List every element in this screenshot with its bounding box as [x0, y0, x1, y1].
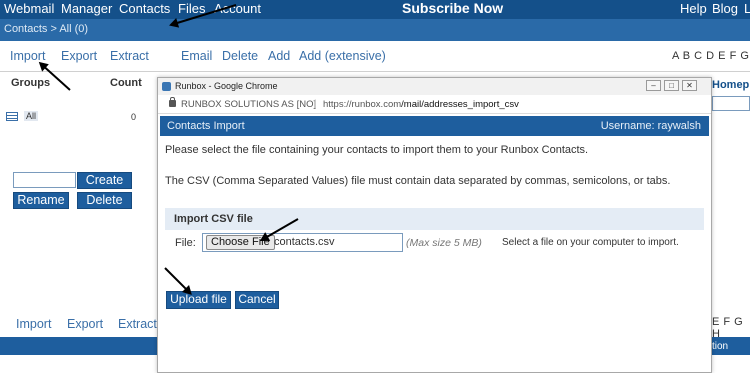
homepage-filter-input[interactable] [712, 96, 750, 111]
cancel-button[interactable]: Cancel [235, 291, 279, 309]
alphabet-filter[interactable]: A B C D E F G H [672, 50, 750, 62]
nav-contacts[interactable]: Contacts [119, 1, 170, 16]
nav-webmail[interactable]: Webmail [4, 1, 54, 16]
add-link[interactable]: Add [268, 49, 290, 63]
site-organization: RUNBOX SOLUTIONS AS [NO] [181, 99, 317, 110]
popup-header: Contacts Import Username: raywalsh [160, 116, 709, 136]
subscribe-now-link[interactable]: Subscribe Now [402, 0, 503, 16]
group-count: 0 [131, 112, 137, 122]
section-title: Import CSV file [174, 213, 253, 225]
nav-more[interactable]: L [744, 1, 750, 16]
address-url[interactable]: https://runbox.com/mail/addresses_import… [323, 99, 519, 110]
lock-icon [169, 97, 176, 107]
extract-link[interactable]: Extract [110, 49, 149, 63]
email-link[interactable]: Email [181, 49, 212, 63]
address-bar[interactable]: RUNBOX SOLUTIONS AS [NO] | https://runbo… [158, 95, 711, 114]
rename-group-button[interactable]: Rename [13, 192, 69, 209]
group-name[interactable]: All [24, 111, 39, 121]
file-input[interactable]: Choose File contacts.csv [202, 233, 403, 252]
file-hint: Select a file on your computer to import… [502, 237, 679, 248]
bottom-export-link[interactable]: Export [67, 317, 103, 331]
create-group-button[interactable]: Create [77, 172, 132, 189]
address-separator: | [314, 98, 317, 109]
export-link[interactable]: Export [61, 49, 97, 63]
count-header: Count [110, 77, 142, 89]
bottom-extract-link[interactable]: Extract [118, 317, 157, 331]
delete-group-button[interactable]: Delete [77, 192, 132, 209]
url-path: /mail/addresses_import_csv [401, 99, 519, 110]
import-popup-window: Runbox - Google Chrome – □ ✕ RUNBOX SOLU… [157, 77, 712, 373]
homepage-header: Homep [712, 79, 750, 91]
chrome-title-bar: Runbox - Google Chrome – □ ✕ [158, 78, 711, 95]
upload-file-button[interactable]: Upload file [166, 291, 231, 309]
breadcrumb[interactable]: Contacts > All (0) [4, 23, 88, 35]
nav-help[interactable]: Help [680, 1, 707, 16]
add-extensive-link[interactable]: Add (extensive) [299, 49, 386, 63]
list-icon [6, 112, 18, 121]
bottom-bar-text: tion [712, 341, 729, 352]
file-row: File: Choose File contacts.csv (Max size… [165, 232, 704, 254]
groups-header: Groups [11, 77, 51, 89]
popup-title: Contacts Import [167, 120, 245, 132]
csv-format-text: The CSV (Comma Separated Values) file mu… [165, 175, 671, 187]
bottom-import-link[interactable]: Import [16, 317, 51, 331]
max-size-note: (Max size 5 MB) [406, 237, 482, 249]
contacts-toolbar: Import Export Extract Email Delete Add A… [0, 41, 750, 72]
selected-file-name: contacts.csv [274, 236, 335, 248]
file-label: File: [175, 237, 196, 249]
close-icon[interactable]: ✕ [682, 80, 697, 91]
username-label: Username: raywalsh [600, 120, 701, 132]
group-name-input[interactable] [13, 172, 76, 188]
delete-link[interactable]: Delete [222, 49, 258, 63]
nav-blog[interactable]: Blog [712, 1, 738, 16]
breadcrumb-bar: Contacts > All (0) [0, 19, 750, 41]
minimize-icon[interactable]: – [646, 80, 661, 91]
top-navigation-bar: Webmail Manager Contacts Files Account S… [0, 0, 750, 19]
instructions-text: Please select the file containing your c… [165, 144, 589, 156]
nav-manager[interactable]: Manager [61, 1, 112, 16]
import-csv-section: Import CSV file [165, 208, 704, 230]
maximize-icon[interactable]: □ [664, 80, 679, 91]
url-host: https://runbox.com [323, 99, 402, 110]
window-title: Runbox - Google Chrome [175, 81, 278, 91]
runbox-favicon-icon [162, 82, 171, 91]
